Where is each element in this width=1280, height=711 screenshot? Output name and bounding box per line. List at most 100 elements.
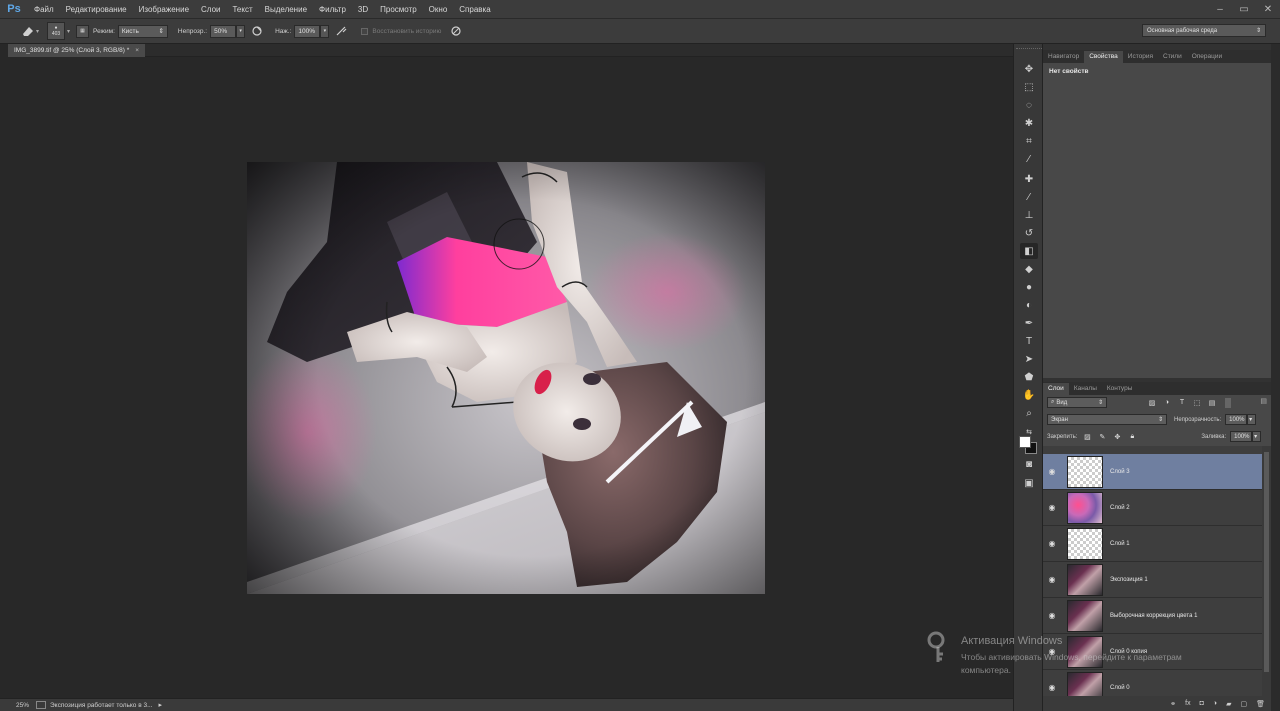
opacity-input[interactable]: 50% bbox=[210, 24, 237, 38]
magic-wand-tool-icon[interactable]: ✱ bbox=[1020, 115, 1038, 131]
dodge-tool-icon[interactable]: ◐ bbox=[1020, 297, 1038, 313]
document-canvas-image[interactable] bbox=[247, 162, 765, 594]
chevron-down-icon[interactable]: ▾ bbox=[36, 28, 39, 35]
lock-image-pixels-icon[interactable]: ✎ bbox=[1097, 432, 1107, 442]
trash-icon[interactable]: 🗑︎ bbox=[1256, 700, 1265, 708]
zoom-level[interactable]: 25% bbox=[0, 702, 34, 709]
visibility-eye-icon[interactable]: ◉ bbox=[1043, 539, 1061, 548]
filter-type-icon[interactable]: T bbox=[1177, 398, 1187, 408]
crop-tool-icon[interactable]: ⌗ bbox=[1020, 133, 1038, 149]
layer-opacity-input[interactable]: 100% bbox=[1225, 414, 1248, 425]
menu-filter[interactable]: Фильтр bbox=[313, 0, 352, 19]
minimize-icon[interactable]: – bbox=[1208, 0, 1232, 19]
close-icon[interactable]: ✕ bbox=[1256, 0, 1280, 19]
healing-brush-tool-icon[interactable]: ✚ bbox=[1020, 171, 1038, 187]
panel-menu-icon[interactable]: ▤ bbox=[1260, 397, 1267, 405]
layer-row[interactable]: ◉ Выборочная коррекция цвета 1 bbox=[1043, 598, 1262, 634]
clone-stamp-tool-icon[interactable]: ⊥ bbox=[1020, 207, 1038, 223]
opacity-dropdown-icon[interactable]: ▾ bbox=[236, 24, 246, 38]
menu-type[interactable]: Текст bbox=[226, 0, 258, 19]
path-selection-tool-icon[interactable]: ➤ bbox=[1020, 351, 1038, 367]
layer-row[interactable]: ◉ Экспозиция 1 bbox=[1043, 562, 1262, 598]
status-menu-arrow-icon[interactable]: ▸ bbox=[159, 701, 163, 709]
new-group-icon[interactable]: ▰ bbox=[1226, 700, 1231, 708]
new-layer-icon[interactable]: ▢ bbox=[1240, 700, 1247, 708]
status-message[interactable]: Экспозиция работает только в 3... bbox=[50, 702, 153, 709]
foreground-color-swatch[interactable] bbox=[1019, 436, 1031, 448]
tab-paths[interactable]: Контуры bbox=[1102, 383, 1138, 395]
link-layers-icon[interactable]: ⚭ bbox=[1170, 700, 1176, 708]
tab-history[interactable]: История bbox=[1123, 51, 1158, 63]
visibility-eye-icon[interactable]: ◉ bbox=[1043, 683, 1061, 692]
layers-scrollbar[interactable] bbox=[1262, 446, 1271, 696]
filter-smart-object-icon[interactable]: ▤ bbox=[1207, 398, 1217, 408]
filter-pixel-icon[interactable]: ▨ bbox=[1147, 398, 1157, 408]
erase-to-history-checkbox[interactable] bbox=[361, 27, 369, 35]
tablet-opacity-pressure-icon[interactable] bbox=[249, 23, 265, 39]
pen-tool-icon[interactable]: ✒ bbox=[1020, 315, 1038, 331]
menu-view[interactable]: Просмотр bbox=[374, 0, 423, 19]
menu-3d[interactable]: 3D bbox=[352, 0, 374, 19]
layer-opacity-dropdown-icon[interactable]: ▾ bbox=[1247, 414, 1257, 425]
new-adjustment-layer-icon[interactable]: ◑ bbox=[1213, 700, 1217, 707]
paint-bucket-tool-icon[interactable]: ◆ bbox=[1020, 261, 1038, 277]
tab-channels[interactable]: Каналы bbox=[1069, 383, 1102, 395]
tablet-size-pressure-icon[interactable] bbox=[448, 23, 464, 39]
filter-shape-icon[interactable]: ⬚ bbox=[1192, 398, 1202, 408]
document-tab[interactable]: IMG_3899.tif @ 25% (Слой 3, RGB/8) * × bbox=[8, 44, 146, 57]
menu-help[interactable]: Справка bbox=[453, 0, 496, 19]
pressure-dropdown-icon[interactable]: ▾ bbox=[320, 24, 330, 38]
quick-mask-icon[interactable]: ◙ bbox=[1020, 456, 1038, 472]
filter-toggle[interactable] bbox=[1225, 397, 1231, 408]
filter-adjustment-icon[interactable]: ◑ bbox=[1162, 398, 1172, 408]
layer-row[interactable]: ◉ Слой 3 bbox=[1043, 454, 1262, 490]
brush-panel-toggle-icon[interactable]: ▦ bbox=[76, 24, 90, 38]
menu-edit[interactable]: Редактирование bbox=[60, 0, 133, 19]
zoom-tool-icon[interactable]: ⌕ bbox=[1020, 405, 1038, 421]
add-mask-icon[interactable]: ◘ bbox=[1200, 700, 1204, 707]
layer-fill-dropdown-icon[interactable]: ▾ bbox=[1252, 431, 1262, 442]
brush-size-picker[interactable]: ● 403 bbox=[47, 22, 66, 40]
chevron-down-icon[interactable]: ▾ bbox=[67, 28, 70, 35]
screen-mode-icon[interactable]: ▣ bbox=[1020, 475, 1038, 491]
layer-fill-input[interactable]: 100% bbox=[1230, 431, 1253, 442]
visibility-eye-icon[interactable]: ◉ bbox=[1043, 611, 1061, 620]
toolbar-grip[interactable] bbox=[1016, 48, 1042, 52]
brush-tool-icon[interactable]: ⁄ bbox=[1020, 189, 1038, 205]
lock-transparent-pixels-icon[interactable]: ▨ bbox=[1082, 432, 1092, 442]
layer-style-fx-icon[interactable]: fx bbox=[1185, 700, 1190, 707]
workspace-select[interactable]: Основная рабочая среда ⇕ bbox=[1142, 24, 1266, 37]
menu-select[interactable]: Выделение bbox=[259, 0, 313, 19]
layer-filter-select[interactable]: ⌕ Вид ⇕ bbox=[1047, 397, 1107, 408]
eraser-tool-preset-icon[interactable] bbox=[20, 23, 36, 39]
menu-layer[interactable]: Слои bbox=[195, 0, 226, 19]
layer-row[interactable]: ◉ Слой 2 bbox=[1043, 490, 1262, 526]
lock-all-icon[interactable]: 🔒︎ bbox=[1127, 432, 1137, 442]
tab-properties[interactable]: Свойства bbox=[1084, 51, 1123, 63]
tab-styles[interactable]: Стили bbox=[1158, 51, 1187, 63]
tab-layers[interactable]: Слои bbox=[1043, 383, 1069, 395]
color-swatches[interactable] bbox=[1018, 434, 1040, 458]
menu-window[interactable]: Окно bbox=[423, 0, 454, 19]
tab-actions[interactable]: Операции bbox=[1187, 51, 1227, 63]
move-tool-icon[interactable]: ✥ bbox=[1020, 61, 1038, 77]
shape-tool-icon[interactable]: ⬟ bbox=[1020, 369, 1038, 385]
blur-tool-icon[interactable]: ● bbox=[1020, 279, 1038, 295]
eyedropper-tool-icon[interactable]: ⁄ bbox=[1020, 151, 1038, 167]
eraser-tool-icon[interactable]: ◧ bbox=[1020, 243, 1038, 259]
close-tab-icon[interactable]: × bbox=[135, 47, 139, 54]
menu-file[interactable]: Файл bbox=[28, 0, 60, 19]
lock-position-icon[interactable]: ✥ bbox=[1112, 432, 1122, 442]
tab-navigator[interactable]: Навигатор bbox=[1043, 51, 1084, 63]
menu-image[interactable]: Изображение bbox=[133, 0, 195, 19]
pressure-input[interactable]: 100% bbox=[294, 24, 321, 38]
visibility-eye-icon[interactable]: ◉ bbox=[1043, 503, 1061, 512]
lasso-tool-icon[interactable]: ◌ bbox=[1020, 97, 1038, 113]
type-tool-icon[interactable]: T bbox=[1020, 333, 1038, 349]
layer-row[interactable]: ◉ Слой 1 bbox=[1043, 526, 1262, 562]
visibility-eye-icon[interactable]: ◉ bbox=[1043, 467, 1061, 476]
mode-select[interactable]: Кисть ⇕ bbox=[117, 24, 168, 38]
history-brush-tool-icon[interactable]: ↺ bbox=[1020, 225, 1038, 241]
airbrush-icon[interactable] bbox=[333, 23, 349, 39]
layers-scrollbar-thumb[interactable] bbox=[1264, 452, 1269, 672]
